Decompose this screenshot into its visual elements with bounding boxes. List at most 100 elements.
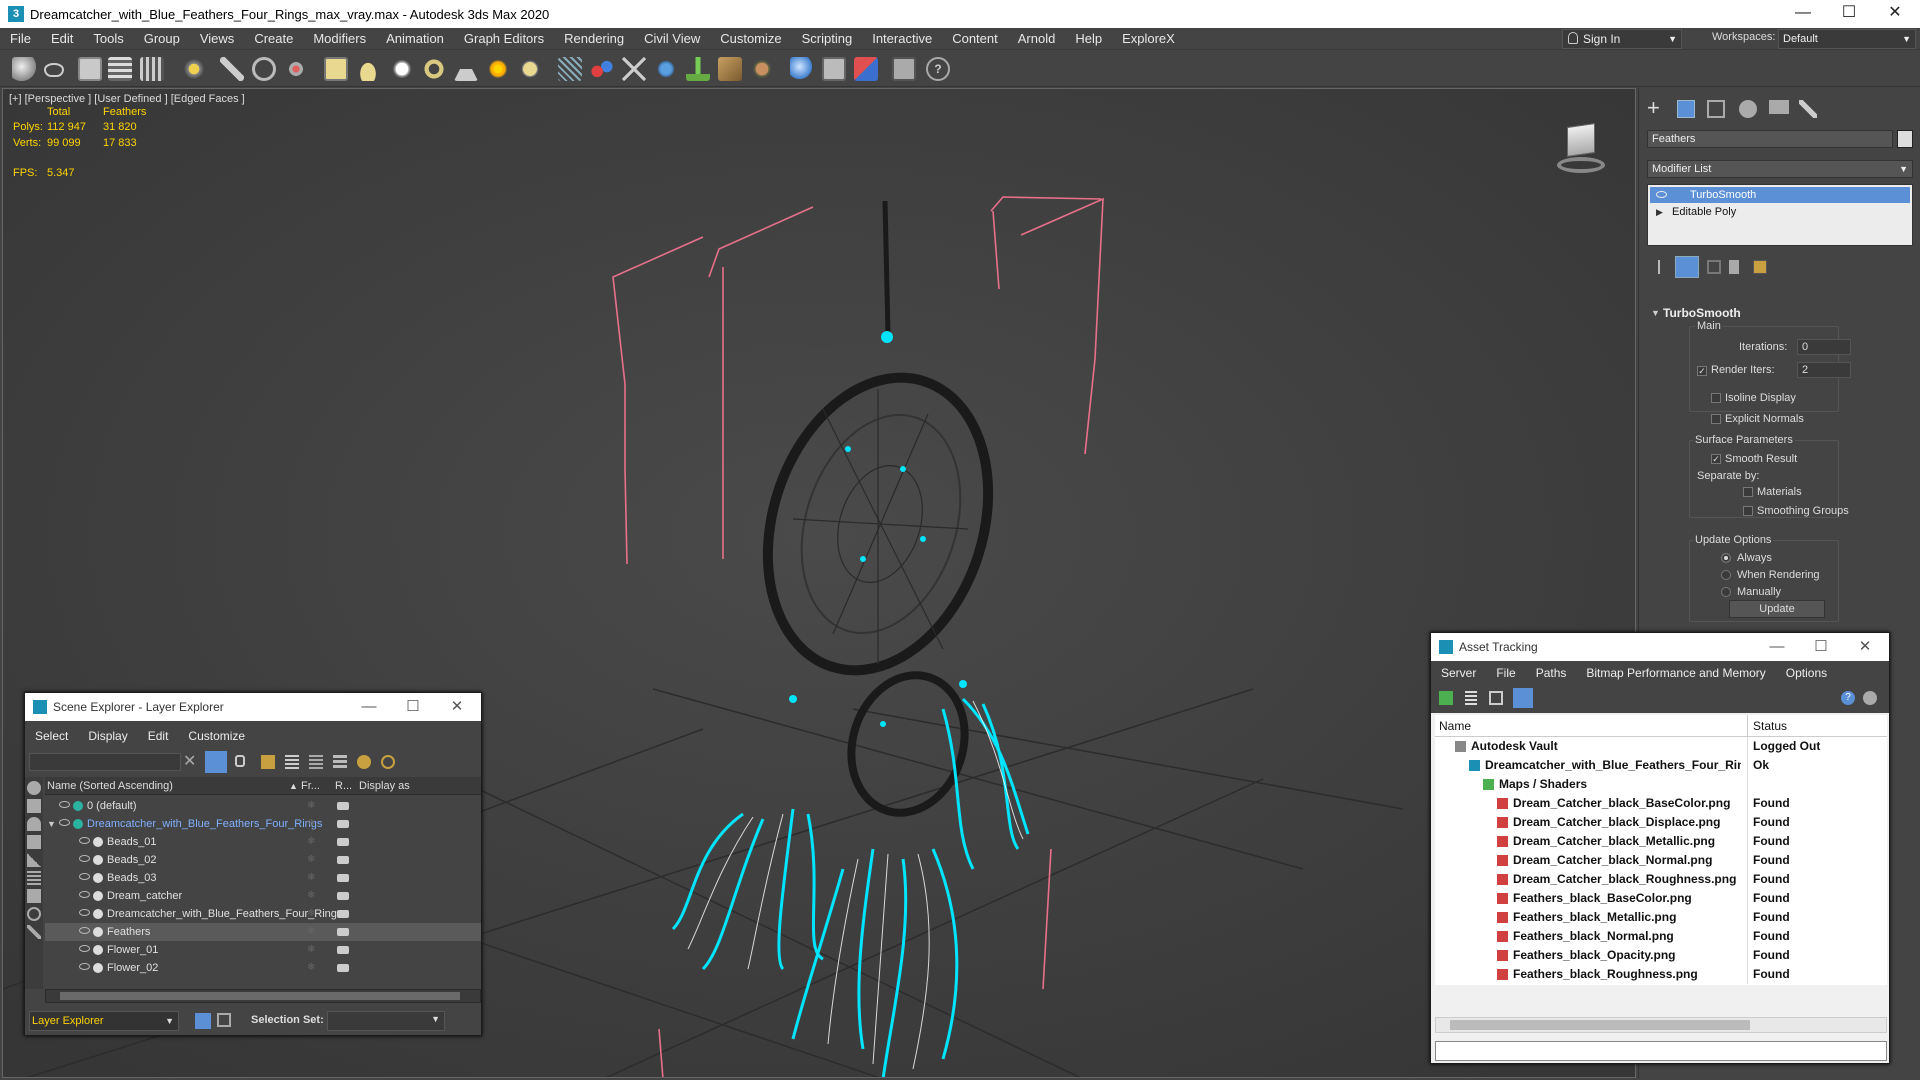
layer-row[interactable]: Feathers ❄ — [45, 923, 481, 941]
help-icon[interactable]: ? — [926, 57, 950, 81]
scrollbar-thumb[interactable] — [1450, 1020, 1750, 1030]
eye-icon[interactable] — [79, 927, 90, 934]
object-color-swatch[interactable] — [1897, 130, 1913, 148]
menu-file[interactable]: File — [0, 31, 41, 46]
xref-filter-icon[interactable] — [27, 907, 41, 921]
viewport-layout-icon[interactable] — [892, 57, 916, 81]
menu-graph-editors[interactable]: Graph Editors — [454, 31, 554, 46]
menu-help[interactable]: Help — [1065, 31, 1112, 46]
render-iters-checkbox[interactable]: ✓ — [1697, 366, 1707, 376]
explicit-normals-checkbox[interactable] — [1711, 414, 1721, 424]
asset-row[interactable]: Feathers_black_Opacity.png Found — [1435, 946, 1887, 965]
cloth-icon[interactable] — [750, 57, 774, 81]
gear-icon[interactable] — [654, 57, 678, 81]
viewcube[interactable] — [1543, 119, 1615, 179]
viewport-label[interactable]: [+] [Perspective ] [User Defined ] [Edge… — [9, 93, 245, 105]
sun-icon[interactable] — [518, 57, 542, 81]
collapse-icon[interactable]: ▼ — [1651, 308, 1660, 318]
selection-set-dropdown[interactable]: ▼ — [327, 1011, 445, 1031]
horizontal-scrollbar[interactable] — [45, 989, 481, 1003]
stack-icon[interactable] — [333, 755, 347, 769]
help-icon[interactable]: ? — [1841, 691, 1855, 705]
smoothing-groups-checkbox[interactable] — [1743, 506, 1753, 516]
eye-icon[interactable] — [79, 855, 90, 862]
scene-explorer-titlebar[interactable]: Scene Explorer - Layer Explorer — ☐ ✕ — [25, 693, 481, 721]
eye-icon[interactable] — [79, 837, 90, 844]
col-render[interactable]: R... — [335, 777, 352, 795]
layer-row[interactable]: Flower_01 ❄ — [45, 941, 481, 959]
eye-icon[interactable] — [59, 819, 70, 826]
asset-row[interactable]: Feathers_black_Normal.png Found — [1435, 927, 1887, 946]
select-rotate-icon[interactable] — [252, 57, 276, 81]
box-icon[interactable] — [324, 57, 348, 81]
col-asset-name[interactable]: Name — [1439, 715, 1471, 737]
asset-row[interactable]: Dream_Catcher_black_BaseColor.png Found — [1435, 794, 1887, 813]
sort-up-icon[interactable]: ▲ — [289, 777, 298, 795]
menu-civil-view[interactable]: Civil View — [634, 31, 710, 46]
menu-edit[interactable]: Edit — [138, 729, 179, 743]
foliage-icon[interactable] — [686, 57, 710, 81]
render-iters-spinner[interactable]: 2 — [1797, 362, 1851, 378]
spacewarp-filter-icon[interactable] — [27, 871, 41, 885]
asset-row[interactable]: Autodesk Vault Logged Out — [1435, 737, 1887, 756]
scrollbar-thumb[interactable] — [60, 992, 460, 1000]
unlink-icon[interactable] — [108, 57, 132, 81]
list-view-icon[interactable] — [1465, 691, 1477, 705]
menu-options[interactable]: Options — [1776, 666, 1837, 680]
clear-search-icon[interactable]: ✕ — [183, 751, 196, 771]
asset-row[interactable]: Maps / Shaders — [1435, 775, 1887, 794]
eye-icon[interactable] — [59, 801, 70, 808]
freeze-icon[interactable]: ❄ — [307, 959, 315, 977]
viewcube-ring[interactable] — [1557, 157, 1605, 173]
menu-server[interactable]: Server — [1431, 666, 1486, 680]
freeze-icon[interactable]: ❄ — [307, 869, 315, 887]
table-view-icon[interactable] — [1513, 688, 1533, 708]
minimize-button[interactable]: — — [1780, 0, 1826, 28]
rendered-frame-icon[interactable] — [822, 57, 846, 81]
settings-help-icon[interactable] — [1863, 691, 1877, 705]
close-button[interactable]: ✕ — [1843, 633, 1887, 661]
asset-row[interactable]: Dream_Catcher_black_Roughness.png Found — [1435, 870, 1887, 889]
search-input[interactable] — [29, 753, 181, 771]
render-teapot-icon[interactable] — [337, 910, 349, 918]
layer-row[interactable]: Beads_03 ❄ — [45, 869, 481, 887]
col-name[interactable]: Name (Sorted Ascending) — [47, 777, 173, 795]
stack-item-editable-poly[interactable]: ▶ Editable Poly — [1650, 204, 1910, 220]
col-freeze[interactable]: Fr... — [301, 777, 320, 795]
eye-icon[interactable] — [79, 945, 90, 952]
pin-stack-icon[interactable] — [1653, 260, 1665, 274]
eye-icon[interactable] — [79, 873, 90, 880]
menu-display[interactable]: Display — [78, 729, 137, 743]
freeze-icon[interactable]: ❄ — [307, 833, 315, 851]
eye-icon[interactable] — [79, 909, 90, 916]
thumbnail-view-icon[interactable] — [1489, 691, 1503, 705]
menu-file[interactable]: File — [1486, 666, 1525, 680]
light-filter-icon[interactable] — [27, 817, 41, 831]
light-icon[interactable] — [486, 57, 510, 81]
asset-row[interactable]: Feathers_black_Roughness.png Found — [1435, 965, 1887, 984]
menu-modifiers[interactable]: Modifiers — [303, 31, 376, 46]
group-filter-icon[interactable] — [27, 889, 41, 903]
hierarchy-mode-icon[interactable] — [217, 1013, 231, 1027]
asset-path-field[interactable] — [1435, 1041, 1887, 1061]
lock-icon[interactable] — [235, 755, 245, 767]
menu-select[interactable]: Select — [25, 729, 78, 743]
menu-interactive[interactable]: Interactive — [862, 31, 942, 46]
freeze-icon[interactable]: ❄ — [307, 887, 315, 905]
asset-tracking-titlebar[interactable]: Asset Tracking — ☐ ✕ — [1431, 633, 1889, 661]
menu-explorex[interactable]: ExploreX — [1112, 31, 1185, 46]
modifier-list-dropdown[interactable]: Modifier List ▼ — [1647, 160, 1913, 178]
bone-filter-icon[interactable] — [27, 925, 41, 939]
col-display-as[interactable]: Display as — [359, 777, 410, 795]
viewcube-box[interactable] — [1567, 123, 1595, 157]
render-setup-icon[interactable] — [790, 57, 814, 81]
iterations-spinner[interactable]: 0 — [1797, 339, 1851, 355]
trash-icon[interactable] — [1729, 260, 1739, 274]
minimize-button[interactable]: — — [347, 693, 391, 721]
shape-filter-icon[interactable] — [27, 799, 41, 813]
show-end-result-icon[interactable] — [1675, 256, 1699, 278]
explorer-type-dropdown[interactable]: Layer Explorer ▼ — [29, 1011, 179, 1031]
menu-content[interactable]: Content — [942, 31, 1008, 46]
when-rendering-radio[interactable] — [1721, 570, 1731, 580]
hierarchy-tab-icon[interactable] — [1707, 100, 1725, 118]
